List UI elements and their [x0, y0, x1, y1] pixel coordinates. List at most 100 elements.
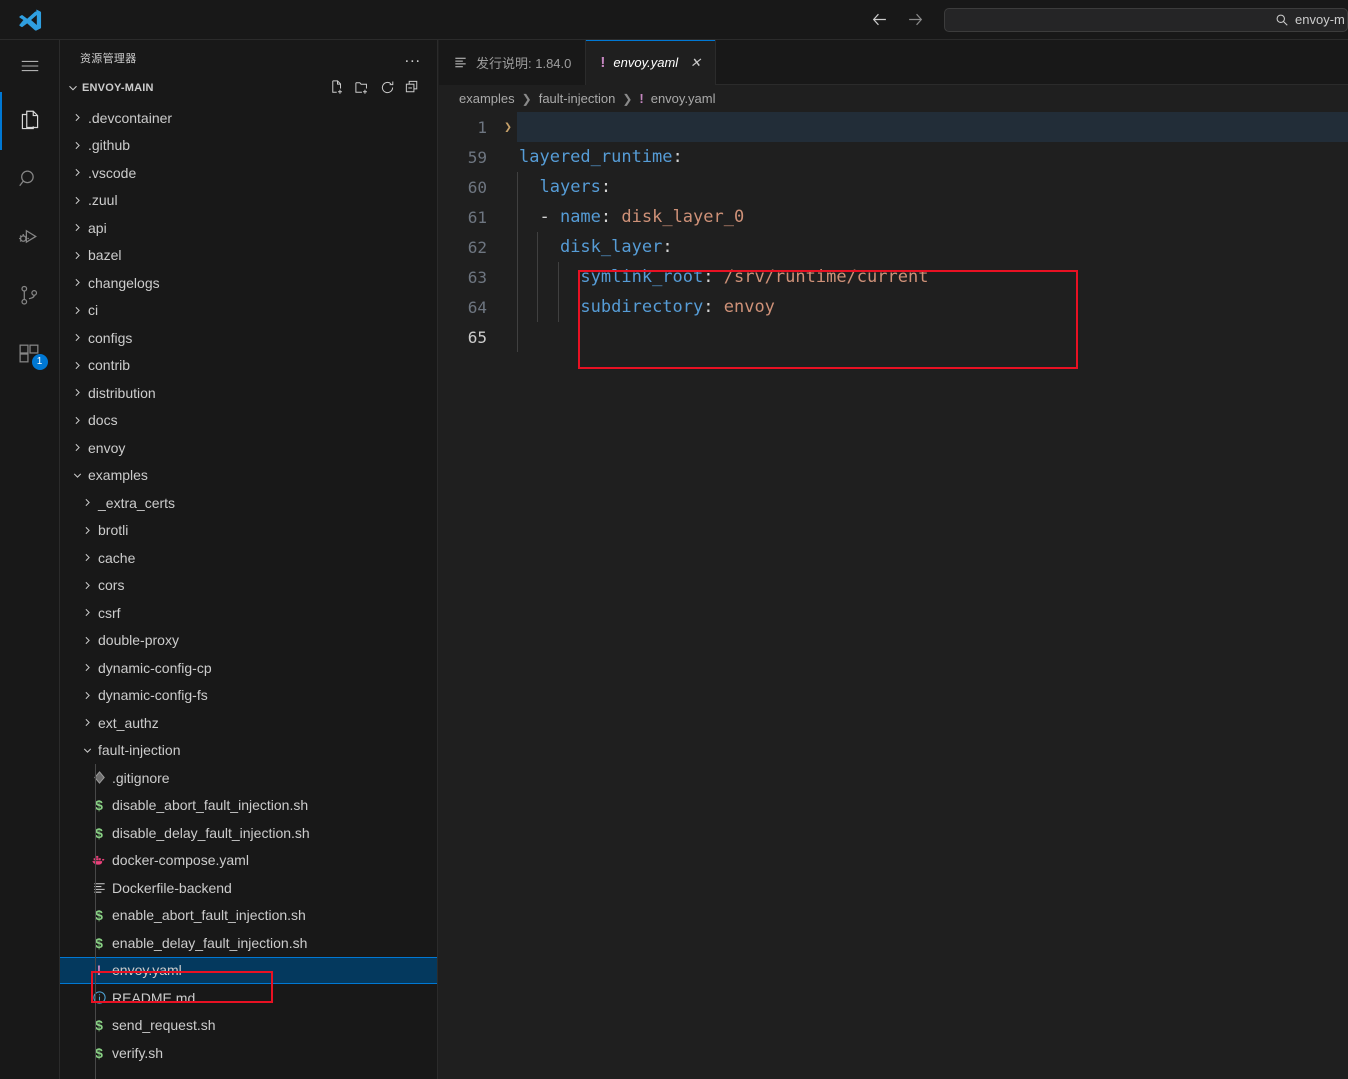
explorer-folder-section-header[interactable]: ENVOY-MAIN: [60, 75, 437, 100]
tree-file-row[interactable]: Dockerfile-backend: [60, 874, 437, 902]
code-line[interactable]: 62 disk_layer:: [439, 232, 1348, 262]
tree-folder-row[interactable]: examples: [60, 462, 437, 490]
new-folder-icon[interactable]: [354, 79, 371, 96]
tree-file-row[interactable]: $ enable_delay_fault_injection.sh: [60, 929, 437, 957]
tree-folder-row[interactable]: api: [60, 214, 437, 242]
chevron-right-icon: ❯: [521, 91, 532, 106]
tree-folder-row[interactable]: brotli: [60, 517, 437, 545]
chevron-right-icon[interactable]: [78, 634, 96, 647]
code-editor[interactable]: 1❯static_resources:⋯59layered_runtime:60…: [439, 112, 1348, 1079]
tree-folder-row[interactable]: fault-injection: [60, 737, 437, 765]
editor-area: 发行说明: 1.84.0 ! envoy.yaml ✕ examples ❯ f…: [439, 40, 1348, 1079]
chevron-right-icon[interactable]: [78, 496, 96, 509]
chevron-right-icon[interactable]: [68, 386, 86, 399]
code-line[interactable]: 61 - name: disk_layer_0: [439, 202, 1348, 232]
tree-folder-row[interactable]: changelogs: [60, 269, 437, 297]
chevron-right-icon[interactable]: [68, 166, 86, 179]
chevron-right-icon[interactable]: [78, 661, 96, 674]
tree-file-row[interactable]: .gitignore: [60, 764, 437, 792]
chevron-right-icon[interactable]: [68, 441, 86, 454]
tab-release-notes[interactable]: 发行说明: 1.84.0: [439, 40, 587, 85]
tree-folder-row[interactable]: .github: [60, 132, 437, 160]
tree-file-row[interactable]: README.md: [60, 984, 437, 1012]
chevron-right-icon[interactable]: [68, 304, 86, 317]
chevron-right-icon[interactable]: [78, 524, 96, 537]
tree-folder-row[interactable]: csrf: [60, 599, 437, 627]
markdown-icon: [88, 990, 110, 1005]
tree-file-row[interactable]: $ disable_abort_fault_injection.sh: [60, 792, 437, 820]
code-line[interactable]: 65: [439, 322, 1348, 352]
tree-folder-row[interactable]: cache: [60, 544, 437, 572]
tree-folder-row[interactable]: .devcontainer: [60, 104, 437, 132]
collapse-all-icon[interactable]: [404, 79, 421, 96]
code-line[interactable]: 63 symlink_root: /srv/runtime/current: [439, 262, 1348, 292]
activitybar-item-search[interactable]: [0, 150, 60, 208]
tree-folder-row[interactable]: bazel: [60, 242, 437, 270]
code-line[interactable]: 64 subdirectory: envoy: [439, 292, 1348, 322]
tree-item-label: send_request.sh: [112, 1017, 216, 1034]
activitybar-item-run-and-debug[interactable]: [0, 208, 60, 266]
chevron-right-icon[interactable]: [78, 716, 96, 729]
chevron-right-icon[interactable]: [68, 331, 86, 344]
code-line[interactable]: 60 layers:: [439, 172, 1348, 202]
tree-file-row[interactable]: $ enable_abort_fault_injection.sh: [60, 902, 437, 930]
indentation-guide: [517, 292, 518, 322]
chevron-down-icon[interactable]: [68, 469, 86, 482]
code-line[interactable]: 1❯static_resources:⋯: [439, 112, 1348, 142]
file-tree[interactable]: .devcontainer .github .vscode .zuul api bazel…: [60, 100, 437, 1079]
tree-folder-row[interactable]: .vscode: [60, 159, 437, 187]
tree-file-row[interactable]: $ disable_delay_fault_injection.sh: [60, 819, 437, 847]
sidebar-item-menu[interactable]: [0, 40, 60, 92]
chevron-right-icon[interactable]: [68, 221, 86, 234]
tree-file-row[interactable]: $ verify.sh: [60, 1039, 437, 1067]
new-file-icon[interactable]: [329, 79, 346, 96]
tree-item-label: fault-injection: [98, 742, 181, 759]
tree-folder-row[interactable]: dynamic-config-fs: [60, 682, 437, 710]
tree-folder-row[interactable]: distribution: [60, 379, 437, 407]
tree-item-label: cors: [98, 577, 125, 594]
chevron-right-icon[interactable]: [68, 139, 86, 152]
tab-envoy-yaml[interactable]: ! envoy.yaml ✕: [586, 40, 717, 85]
tree-folder-row[interactable]: configs: [60, 324, 437, 352]
command-center[interactable]: envoy-m: [944, 7, 1348, 32]
tree-folder-row[interactable]: contrib: [60, 352, 437, 380]
activitybar-item-source-control[interactable]: [0, 266, 60, 324]
arrow-left-icon[interactable]: [868, 9, 890, 31]
chevron-right-icon[interactable]: [78, 606, 96, 619]
tree-folder-row[interactable]: cors: [60, 572, 437, 600]
code-line[interactable]: 59 layered_runtime:: [439, 142, 1348, 172]
tree-file-row[interactable]: $ send_request.sh: [60, 1012, 437, 1040]
chevron-right-icon[interactable]: [68, 276, 86, 289]
activitybar-item-explorer[interactable]: [0, 92, 60, 150]
close-icon[interactable]: ✕: [690, 55, 701, 71]
search-icon: [17, 167, 42, 192]
tree-folder-row[interactable]: .zuul: [60, 187, 437, 215]
chevron-right-icon[interactable]: [68, 249, 86, 262]
chevron-right-icon[interactable]: [68, 194, 86, 207]
tree-folder-row[interactable]: double-proxy: [60, 627, 437, 655]
tree-folder-row[interactable]: envoy: [60, 434, 437, 462]
chevron-right-icon[interactable]: [78, 689, 96, 702]
chevron-right-icon[interactable]: [78, 551, 96, 564]
chevron-right-icon[interactable]: [68, 359, 86, 372]
tree-file-row[interactable]: ! envoy.yaml: [60, 956, 437, 984]
chevron-down-icon[interactable]: [78, 744, 96, 757]
chevron-right-icon[interactable]: [68, 414, 86, 427]
breadcrumb-item-examples[interactable]: examples: [459, 91, 515, 106]
arrow-right-icon[interactable]: [904, 9, 926, 31]
tree-folder-row[interactable]: docs: [60, 407, 437, 435]
breadcrumb-item-envoy-yaml[interactable]: envoy.yaml: [651, 91, 716, 106]
chevron-right-icon[interactable]: [78, 579, 96, 592]
indentation-guide: [517, 172, 518, 202]
tree-folder-row[interactable]: _extra_certs: [60, 489, 437, 517]
refresh-icon[interactable]: [379, 79, 396, 96]
chevron-right-icon[interactable]: [68, 111, 86, 124]
chevron-right-fold-icon[interactable]: ❯: [499, 120, 517, 135]
activitybar-item-extensions[interactable]: 1: [0, 324, 60, 382]
sidebar-more-actions-button[interactable]: ...: [397, 49, 429, 65]
tree-file-row[interactable]: docker-compose.yaml: [60, 847, 437, 875]
tree-folder-row[interactable]: dynamic-config-cp: [60, 654, 437, 682]
tree-folder-row[interactable]: ci: [60, 297, 437, 325]
breadcrumb-item-fault-injection[interactable]: fault-injection: [539, 91, 616, 106]
tree-folder-row[interactable]: ext_authz: [60, 709, 437, 737]
